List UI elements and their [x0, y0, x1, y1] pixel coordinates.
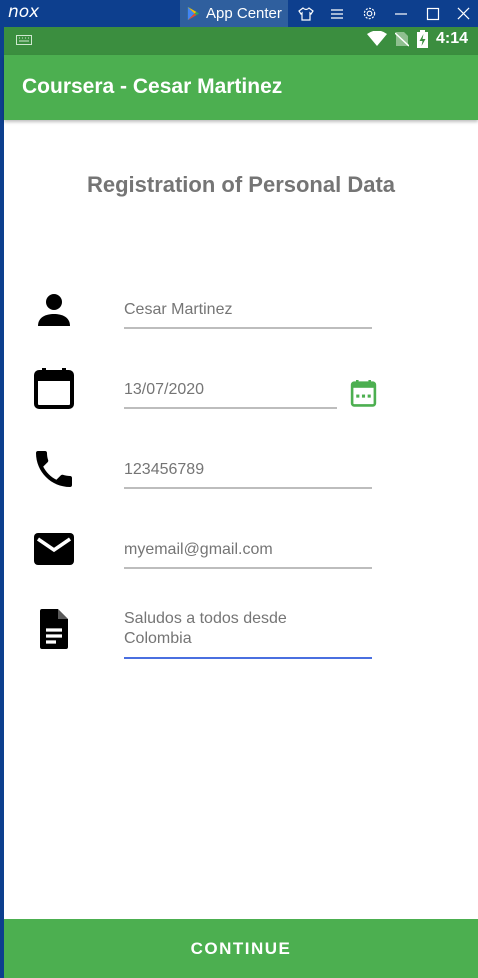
app-bar: Coursera - Cesar Martinez [4, 55, 478, 120]
description-field[interactable]: Saludos a todos desde Colombia [124, 609, 372, 659]
no-sim-icon [394, 32, 409, 47]
app-center-label: App Center [206, 5, 282, 22]
description-field-line-1: Saludos a todos desde [124, 610, 287, 627]
app-bar-title: Coursera - Cesar Martinez [22, 75, 283, 98]
phone-field[interactable]: 123456789 [124, 461, 372, 489]
description-field-line-2: Colombia [124, 630, 192, 647]
name-field-value: Cesar Martinez [124, 301, 233, 318]
nox-logo: nox [8, 2, 40, 22]
maximize-icon[interactable] [418, 0, 448, 27]
email-field[interactable]: myemail@gmail.com [124, 541, 372, 569]
keyboard-icon [16, 35, 32, 45]
menu-icon[interactable] [322, 0, 352, 27]
emulator-title-bar: nox App Center [0, 0, 478, 27]
close-icon[interactable] [448, 0, 478, 27]
calendar-picker-icon[interactable] [350, 379, 377, 408]
email-field-value: myemail@gmail.com [124, 541, 273, 558]
continue-button[interactable]: CONTINUE [4, 919, 478, 978]
page-title: Registration of Personal Data [86, 172, 396, 197]
minimize-icon[interactable] [386, 0, 416, 27]
calendar-icon [34, 368, 74, 409]
name-field[interactable]: Cesar Martinez [124, 301, 372, 329]
date-field[interactable]: 13/07/2020 [124, 381, 337, 409]
wifi-icon [366, 31, 387, 46]
person-icon [38, 294, 70, 326]
status-clock: 4:14 [435, 30, 468, 47]
phone-icon [36, 451, 72, 487]
email-icon [34, 533, 74, 565]
document-icon [40, 609, 68, 649]
play-store-icon [187, 6, 200, 21]
battery-charging-icon [416, 30, 428, 48]
gear-icon[interactable] [354, 0, 384, 27]
app-center-button[interactable]: App Center [180, 0, 288, 27]
date-field-value: 13/07/2020 [124, 381, 205, 398]
phone-field-value: 123456789 [124, 461, 205, 478]
emulator-left-edge [0, 27, 4, 978]
shirt-icon[interactable] [291, 0, 321, 27]
status-bar: 4:14 [4, 27, 478, 55]
